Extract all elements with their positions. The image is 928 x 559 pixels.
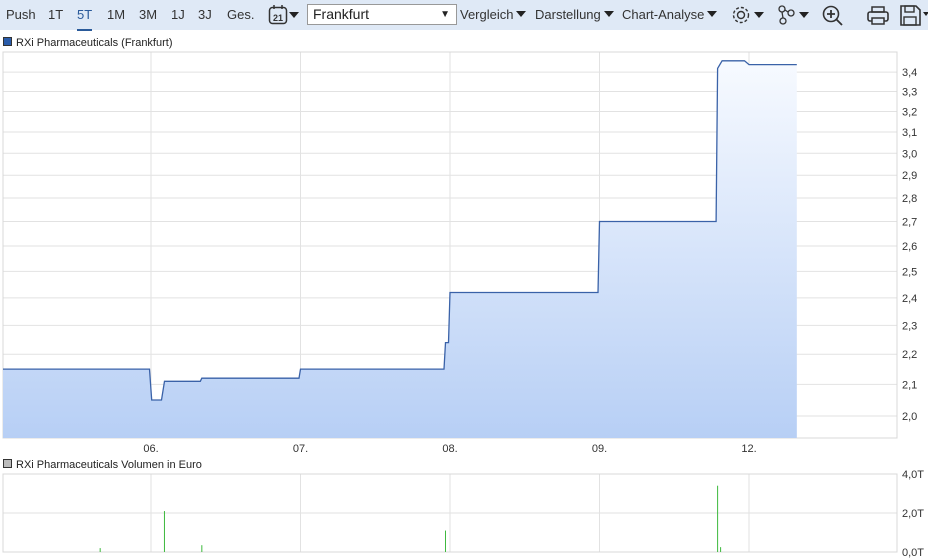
volume-y-tick: 0,0T: [902, 547, 924, 559]
x-tick: 09.: [592, 443, 607, 455]
price-area: [2, 60, 797, 439]
chart-canvas: 2,0 2,1 2,2 2,3 2,4 2,5 2,6 2,7 2,8 2,9 3,0 3,1 3,2 3…: [2, 51, 924, 559]
price-y-tick: 2,9: [902, 170, 917, 182]
price-y-tick: 2,2: [902, 349, 917, 361]
price-y-tick: 2,6: [902, 241, 917, 253]
x-tick: 12.: [741, 443, 756, 455]
price-y-tick: 2,3: [902, 320, 917, 332]
x-tick: 08.: [442, 443, 457, 455]
volume-y-tick: 4,0T: [902, 469, 924, 481]
price-y-tick: 3,4: [902, 67, 917, 79]
price-y-tick: 2,5: [902, 266, 917, 278]
x-tick: 07.: [293, 443, 308, 455]
price-y-tick: 3,1: [902, 127, 917, 139]
price-y-tick: 3,3: [902, 86, 917, 98]
price-y-tick: 2,0: [902, 411, 917, 423]
price-y-tick: 3,0: [902, 148, 917, 160]
x-tick: 06.: [143, 443, 158, 455]
volume-y-tick: 2,0T: [902, 508, 924, 520]
price-y-tick: 2,7: [902, 217, 917, 229]
price-y-tick: 2,8: [902, 193, 917, 205]
price-y-tick: 3,2: [902, 106, 917, 118]
price-y-tick: 2,1: [902, 379, 917, 391]
price-y-tick: 2,4: [902, 293, 917, 305]
